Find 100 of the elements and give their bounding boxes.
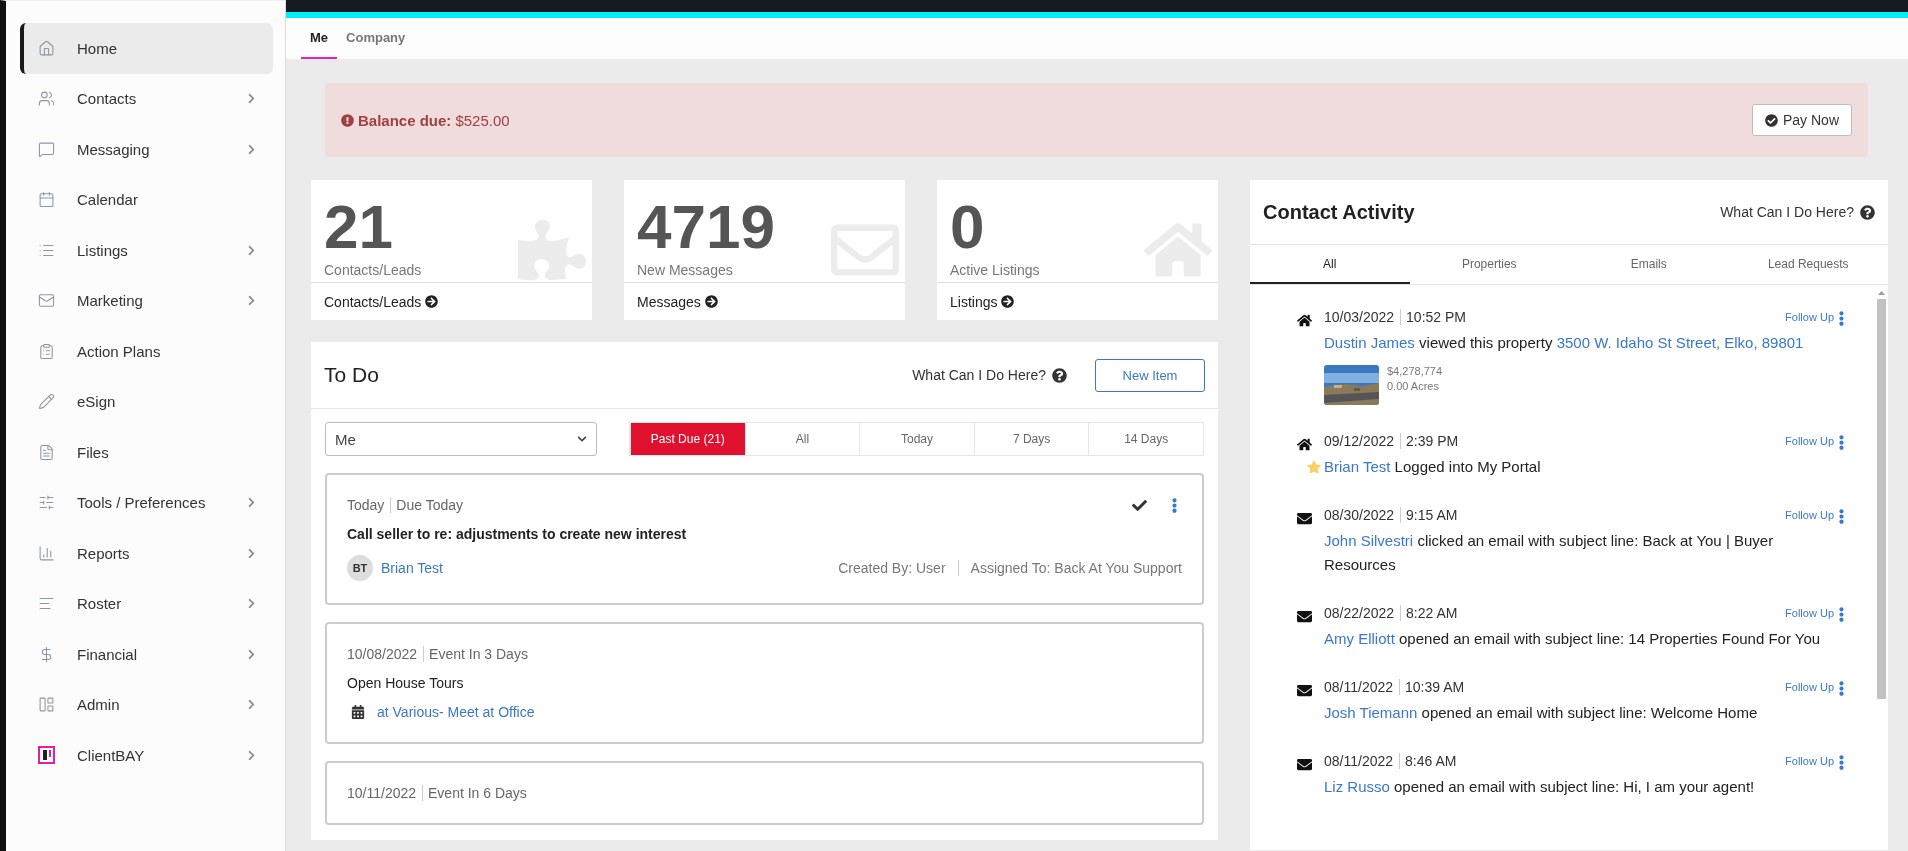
activity-date: 08/22/2022 xyxy=(1324,605,1396,621)
stat-link[interactable]: Listings xyxy=(937,283,1028,320)
help-icon xyxy=(1860,204,1875,220)
activity-date: 08/11/2022 xyxy=(1324,679,1395,695)
calendar-icon xyxy=(351,705,365,719)
stat-value: 21 xyxy=(324,194,393,260)
follow-up-link[interactable]: Follow Up xyxy=(1785,509,1834,521)
sidebar-item[interactable]: Marketing xyxy=(20,275,273,326)
house-icon xyxy=(1297,313,1312,328)
sidebar-item[interactable]: Reports xyxy=(20,528,273,579)
stat-value: 4719 xyxy=(637,194,775,260)
todo-date: Today xyxy=(347,497,386,513)
contact-link[interactable]: John Silvestri xyxy=(1324,532,1414,549)
sidebar-item[interactable]: Home xyxy=(20,23,273,74)
assignee-select[interactable]: Me xyxy=(325,422,597,456)
todo-title: Open House Tours xyxy=(347,675,465,691)
avatar: BT xyxy=(347,555,373,581)
activity-time: 10:52 PM xyxy=(1400,309,1472,325)
envelope-icon xyxy=(1297,757,1312,772)
chevron-icon xyxy=(577,434,587,444)
location-link[interactable]: at Various- Meet at Office xyxy=(377,704,535,720)
property-acres: 0.00 Acres xyxy=(1387,380,1440,392)
stat-label: Active Listings xyxy=(950,262,1040,278)
contact-link[interactable]: Amy Elliott xyxy=(1324,630,1395,647)
todo-status: Due Today xyxy=(390,497,470,513)
document-icon xyxy=(38,443,55,461)
property-price: $4,278,774 xyxy=(1387,365,1443,377)
pay-now-button[interactable]: Pay Now xyxy=(1751,104,1852,136)
sliders-icon xyxy=(38,494,55,512)
people-icon xyxy=(38,90,55,108)
sidebar-item[interactable]: ClientBAY xyxy=(20,730,273,781)
sidebar-item[interactable]: Tools / Preferences xyxy=(20,477,273,528)
tab[interactable]: Emails xyxy=(1569,245,1729,284)
filter-tab[interactable]: Past Due (21) xyxy=(630,423,745,455)
sidebar-item[interactable]: Messaging xyxy=(20,124,273,175)
activity-text: Dustin James viewed this property 3500 W. Idaho St Street, Elko, 89801 xyxy=(1324,334,1804,351)
tab[interactable]: Company xyxy=(337,18,415,59)
follow-up-link[interactable]: Follow Up xyxy=(1785,435,1834,447)
layout-icon xyxy=(38,696,55,714)
sidebar-item[interactable]: Roster xyxy=(20,578,273,629)
sidebar-item[interactable]: Action Plans xyxy=(20,326,273,377)
activity-time: 2:39 PM xyxy=(1400,433,1465,449)
calendar-icon xyxy=(38,191,55,209)
address-link[interactable]: 3500 W. Idaho St Street, Elko, 89801 xyxy=(1556,334,1804,351)
check-icon[interactable] xyxy=(1132,497,1147,513)
sidebar-item[interactable]: Financial xyxy=(20,629,273,680)
house-icon xyxy=(1297,437,1312,452)
contact-link[interactable]: Brian Test xyxy=(381,560,443,576)
house-icon xyxy=(38,39,55,57)
assigned-to: Assigned To: Back At You Support xyxy=(957,560,1182,576)
help-link[interactable]: What Can I Do Here? xyxy=(912,367,1067,383)
tab[interactable]: Me xyxy=(301,18,338,59)
envelope-icon xyxy=(1297,609,1312,624)
contact-link[interactable]: Josh Tiemann xyxy=(1324,704,1418,721)
activity-time: 8:22 AM xyxy=(1400,605,1464,621)
scroll-up-icon[interactable] xyxy=(1877,291,1885,295)
sidebar-item[interactable]: Admin xyxy=(20,679,273,730)
activity-text: Brian Test Logged into My Portal xyxy=(1324,458,1541,475)
follow-up-link[interactable]: Follow Up xyxy=(1785,681,1834,693)
activity-time: 9:15 AM xyxy=(1400,507,1464,523)
activity-date: 09/12/2022 xyxy=(1324,433,1396,449)
contact-link[interactable]: Liz Russo xyxy=(1324,778,1390,795)
todo-date: 10/08/2022 xyxy=(347,646,419,662)
new-item-button[interactable]: New Item xyxy=(1095,358,1205,392)
created-by: Created By: User xyxy=(838,560,946,576)
activity-date: 10/03/2022 xyxy=(1324,309,1396,325)
activity-text: Amy Elliott opened an email with subject line: 14 Properties Found For You xyxy=(1324,630,1821,647)
follow-up-link[interactable]: Follow Up xyxy=(1785,755,1834,767)
sidebar-item[interactable]: eSign xyxy=(20,376,273,427)
card-title: To Do xyxy=(324,363,379,387)
tab[interactable]: Lead Requests xyxy=(1728,245,1888,284)
contact-link[interactable]: Brian Test xyxy=(1324,458,1391,475)
follow-up-link[interactable]: Follow Up xyxy=(1785,607,1834,619)
help-link[interactable]: What Can I Do Here? xyxy=(1720,204,1875,220)
stat-label: Contacts/Leads xyxy=(324,262,422,278)
checklist-icon xyxy=(38,342,55,360)
activity-time: 10:39 AM xyxy=(1399,679,1471,695)
pencil-icon xyxy=(38,393,55,411)
sidebar-item[interactable]: Contacts xyxy=(20,73,273,124)
tab[interactable]: Properties xyxy=(1409,245,1569,284)
arrow-right-icon xyxy=(425,295,439,308)
sidebar-item[interactable]: Listings xyxy=(20,225,273,276)
tab[interactable]: All xyxy=(1250,245,1410,284)
stat-link[interactable]: Messages xyxy=(624,283,731,320)
logo-icon xyxy=(38,746,55,765)
activity-text: John Silvestri clicked an email with subject line: Back at You | Buyer Resources xyxy=(1324,532,1774,573)
todo-date: 10/11/2022 xyxy=(347,785,418,801)
activity-date: 08/30/2022 xyxy=(1324,507,1396,523)
stat-value: 0 xyxy=(950,194,985,260)
stat-label: New Messages xyxy=(637,262,733,278)
stat-link[interactable]: Contacts/Leads xyxy=(311,283,452,320)
envelope-icon xyxy=(38,292,55,310)
contact-link[interactable]: Dustin James xyxy=(1324,334,1415,351)
envelope-icon xyxy=(1297,511,1312,526)
sidebar-item[interactable]: Files xyxy=(20,427,273,478)
follow-up-link[interactable]: Follow Up xyxy=(1785,311,1834,323)
alert-icon xyxy=(341,113,354,127)
sidebar-item[interactable]: Calendar xyxy=(20,174,273,225)
activity-time: 8:46 AM xyxy=(1399,753,1463,769)
activity-date: 08/11/2022 xyxy=(1324,753,1395,769)
